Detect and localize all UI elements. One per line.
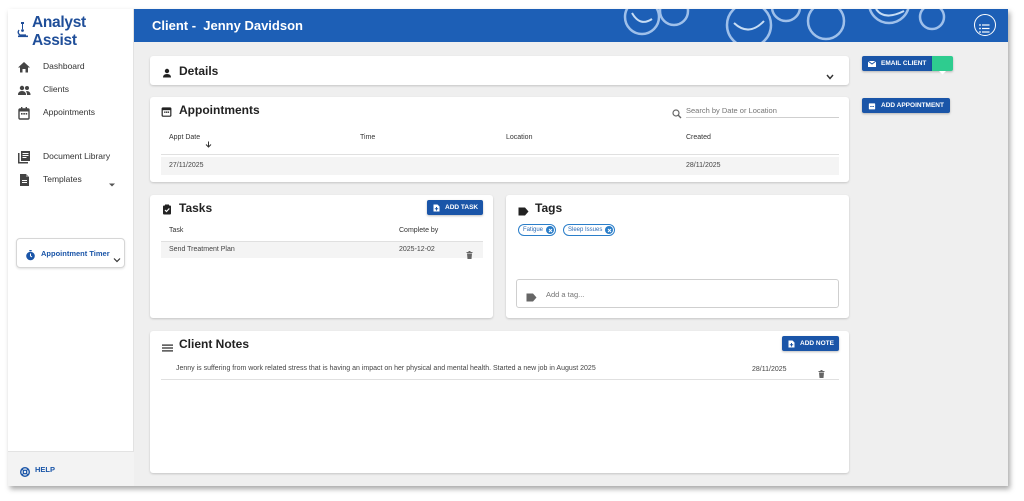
mail-icon (868, 60, 876, 67)
sidebar-item-clients[interactable]: Clients (8, 80, 134, 100)
caret-down-icon (108, 175, 116, 193)
calendar-icon (17, 106, 31, 120)
add-note-button[interactable]: ADD NOTE (782, 336, 839, 351)
sidebar-item-document-library[interactable]: Document Library (8, 147, 134, 167)
menu-button[interactable] (974, 14, 996, 36)
add-task-icon (433, 204, 440, 212)
caret-down-icon (939, 62, 946, 80)
column-header-created[interactable]: Created (686, 134, 711, 141)
tag-input[interactable] (546, 287, 826, 301)
add-task-label: ADD TASK (445, 204, 479, 211)
details-card[interactable]: Details (150, 56, 849, 85)
table-row[interactable]: Send Treatment Plan 2025-12-02 (161, 242, 483, 259)
appointment-timer-label: Appointment Timer (41, 249, 110, 258)
library-icon (17, 150, 31, 164)
header-decoration (623, 9, 946, 42)
sidebar-item-appointments[interactable]: Appointments (8, 103, 134, 123)
page-title: Client - Jenny Davidson (152, 18, 303, 33)
sidebar-item-label: Appointments (43, 107, 95, 117)
chevron-down-icon[interactable] (826, 67, 834, 85)
tag-chip[interactable]: Sleep Issues (563, 224, 616, 236)
delete-icon[interactable] (818, 365, 825, 383)
appointment-timer-dropdown[interactable]: Appointment Timer (16, 238, 125, 268)
tasks-card: Tasks ADD TASK Task Complete by Send Tre… (150, 195, 493, 318)
column-header-appt-date[interactable]: Appt Date (169, 134, 200, 141)
sidebar-item-dashboard[interactable]: Dashboard (8, 57, 134, 77)
list-icon (162, 339, 173, 357)
page-header: Client - Jenny Davidson (134, 9, 1008, 42)
document-icon (17, 173, 31, 187)
logo[interactable]: Analyst Assist (16, 14, 133, 50)
chevron-down-icon (113, 250, 121, 268)
close-icon[interactable] (546, 226, 555, 234)
cell-created: 28/11/2025 (686, 162, 721, 169)
appointments-title: Appointments (179, 103, 260, 117)
email-client-label: EMAIL CLIENT (881, 60, 927, 67)
cell-complete-by: 2025-12-02 (399, 246, 435, 253)
tasks-title: Tasks (179, 201, 213, 215)
tag-chip-label: Fatigue (523, 227, 544, 233)
search-icon (672, 106, 682, 124)
lifebuoy-icon (19, 464, 31, 482)
tag-input-box[interactable] (516, 279, 839, 308)
sidebar-item-label: Templates (43, 174, 82, 184)
note-date: 28/11/2025 (752, 366, 787, 373)
column-header-time[interactable]: Time (360, 134, 375, 141)
tag-chip-label: Sleep Issues (568, 227, 603, 233)
calendar-icon (868, 102, 876, 110)
tag-icon (526, 289, 537, 307)
stopwatch-icon (25, 248, 36, 266)
tag-icon (518, 203, 529, 221)
home-icon (17, 60, 31, 74)
cell-task: Send Treatment Plan (169, 246, 235, 253)
tags-card: Tags Fatigue Sleep Issues (506, 195, 849, 318)
client-notes-title: Client Notes (179, 337, 250, 351)
add-task-button[interactable]: ADD TASK (427, 200, 483, 215)
people-icon (17, 83, 31, 97)
sidebar-item-label: Dashboard (43, 61, 85, 71)
task-icon (162, 202, 172, 220)
list-item[interactable]: Jenny is suffering from work related str… (161, 360, 839, 380)
column-header-task: Task (169, 227, 184, 234)
sidebar-item-label: Document Library (43, 151, 111, 161)
tags-title: Tags (535, 201, 563, 215)
note-text: Jenny is suffering from work related str… (176, 365, 596, 372)
sidebar-item-label: Clients (43, 84, 69, 94)
add-appointment-button[interactable]: ADD APPOINTMENT (862, 98, 950, 113)
divider (161, 154, 839, 155)
table-row[interactable]: 27/11/2025 28/11/2025 (161, 157, 839, 175)
client-notes-card: Client Notes ADD NOTE Jenny is suffering… (150, 331, 849, 473)
email-options-button[interactable] (932, 56, 953, 75)
microscope-icon (16, 21, 29, 43)
help-label: HELP (35, 465, 56, 474)
appointment-search-input[interactable] (686, 103, 839, 118)
close-icon[interactable] (605, 226, 614, 234)
add-appointment-label: ADD APPOINTMENT (881, 102, 944, 109)
help-button[interactable]: HELP (8, 451, 134, 486)
sidebar: Analyst Assist Dashboard Clients Appoint… (8, 9, 134, 486)
delete-icon[interactable] (466, 246, 473, 264)
tag-chip[interactable]: Fatigue (518, 224, 557, 236)
details-title: Details (179, 64, 219, 78)
cell-appt-date: 27/11/2025 (169, 162, 204, 169)
person-icon (162, 65, 172, 83)
sidebar-item-templates[interactable]: Templates (8, 170, 134, 190)
add-note-icon (788, 340, 795, 348)
email-client-button[interactable]: EMAIL CLIENT (862, 56, 932, 71)
column-header-location[interactable]: Location (506, 134, 532, 141)
app-window: Analyst Assist Dashboard Clients Appoint… (8, 9, 1008, 486)
menu-icon (979, 20, 990, 38)
appointments-card: Appointments Appt Date Time Location Cre… (150, 97, 849, 182)
app-name: Analyst Assist (32, 14, 86, 49)
column-header-complete-by: Complete by (399, 227, 439, 234)
calendar-icon (161, 104, 172, 122)
add-note-label: ADD NOTE (800, 340, 834, 347)
arrow-down-icon[interactable] (205, 135, 212, 153)
